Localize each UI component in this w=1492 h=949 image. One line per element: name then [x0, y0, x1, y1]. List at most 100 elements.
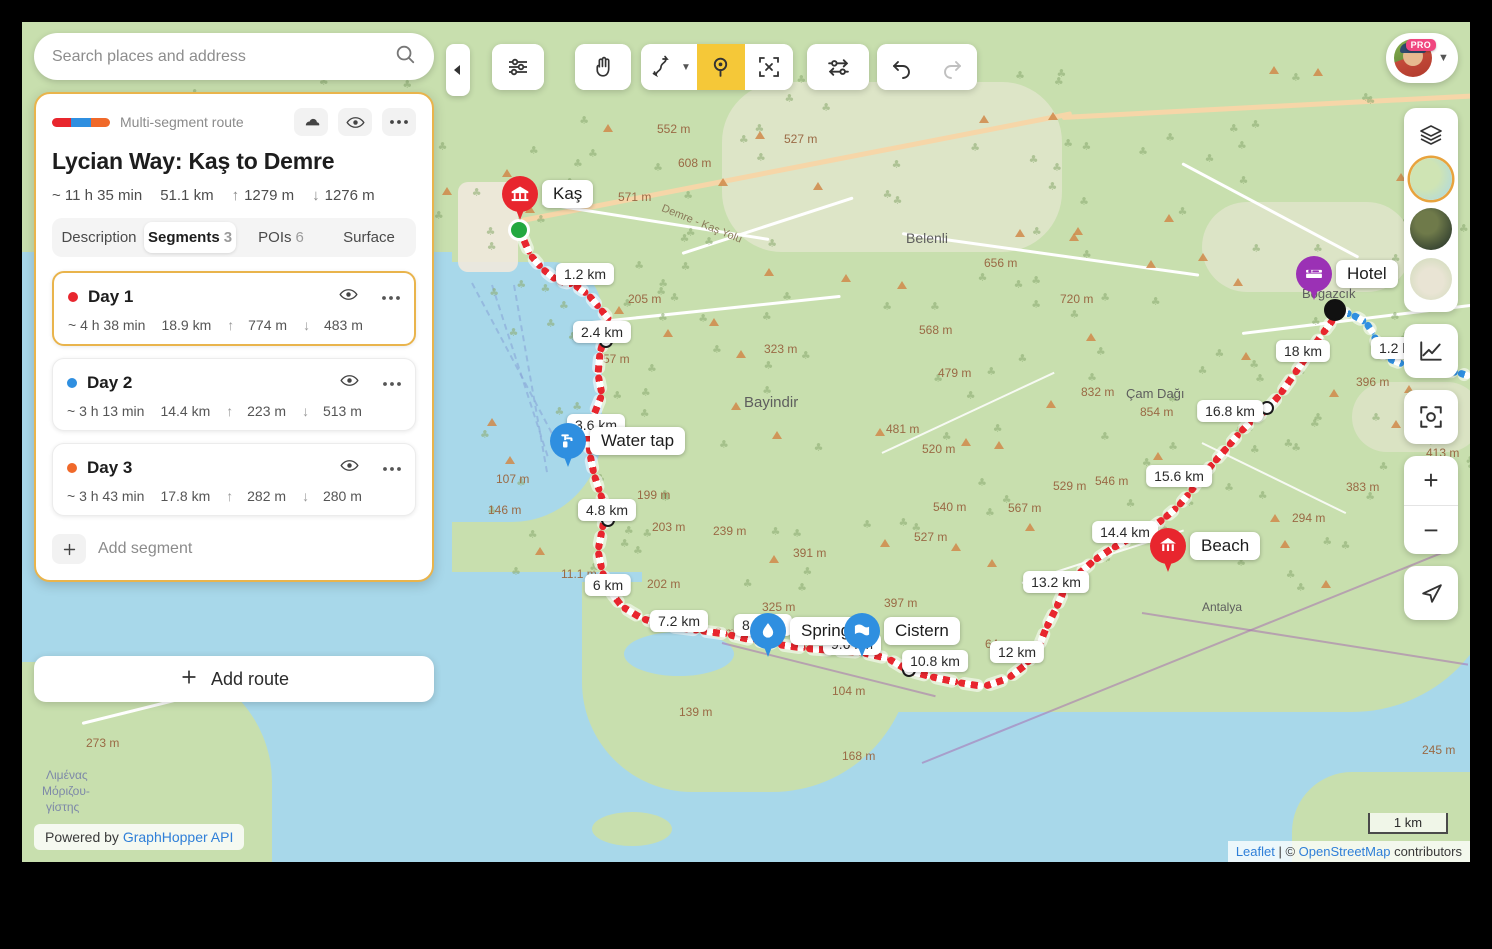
map-style-topo[interactable]: [1410, 258, 1452, 300]
undo-button[interactable]: [877, 44, 927, 90]
settings-toolbar: [492, 44, 544, 90]
beach-icon[interactable]: [1150, 528, 1186, 564]
route-panel-header: Multi-segment route: [52, 108, 416, 136]
locate-button[interactable]: [1404, 566, 1458, 620]
elevation-label: 205 m: [628, 292, 661, 306]
route-subtitle: Multi-segment route: [120, 114, 284, 130]
route-tabs[interactable]: DescriptionSegments3POIs6Surface: [52, 218, 416, 257]
segment-more-options-button[interactable]: [383, 374, 401, 392]
account-menu[interactable]: ▼ PRO: [1386, 33, 1458, 83]
elevation-label: 391 m: [793, 546, 826, 560]
map-style-outdoors[interactable]: [1410, 158, 1452, 200]
elevation-label: 567 m: [1008, 501, 1041, 515]
place-label: Λιμένας: [46, 768, 88, 782]
route-start-node[interactable]: [508, 219, 530, 241]
poi-marker[interactable]: [750, 613, 786, 659]
graphhopper-link[interactable]: GraphHopper API: [123, 829, 234, 845]
water-drop-icon[interactable]: [750, 613, 786, 649]
peak-icon: [663, 329, 673, 337]
peak-icon: [875, 428, 885, 436]
poi-marker[interactable]: [1296, 256, 1332, 302]
pan-tool-button[interactable]: [575, 44, 631, 90]
redo-button[interactable]: [927, 44, 977, 90]
peak-icon: [1270, 514, 1280, 522]
poi-marker[interactable]: [502, 176, 538, 222]
segment-visibility-button[interactable]: [340, 456, 359, 480]
poi-marker[interactable]: [844, 613, 880, 659]
place-label: γίστης: [46, 800, 79, 814]
elevation-label: 568 m: [919, 323, 952, 337]
segment-descent: ↓ 280 m: [302, 488, 362, 504]
museum-icon[interactable]: [502, 176, 538, 212]
tab-segments[interactable]: Segments3: [144, 222, 236, 253]
poi-marker[interactable]: [550, 423, 586, 469]
route-segment-end-node[interactable]: [1324, 299, 1346, 321]
fit-bounds-icon[interactable]: [1404, 398, 1458, 436]
elevation-label: 168 m: [842, 749, 875, 763]
segment-visibility-button[interactable]: [339, 285, 358, 309]
search-bar[interactable]: [34, 33, 434, 80]
water-tap-icon[interactable]: [550, 423, 586, 459]
segment-card[interactable]: Day 3~ 3 h 43 min17.8 km↑ 282 m↓ 280 m: [52, 443, 416, 516]
osm-link[interactable]: OpenStreetMap: [1299, 844, 1391, 859]
tab-description[interactable]: Description: [56, 222, 142, 253]
segment-card[interactable]: Day 1~ 4 h 38 min18.9 km↑ 774 m↓ 483 m: [52, 271, 416, 346]
tab-surface[interactable]: Surface: [326, 222, 412, 253]
segment-color-dot: [67, 463, 77, 473]
elevation-label: 832 m: [1081, 385, 1114, 399]
ascent-arrow-icon: ↑: [232, 187, 240, 204]
search-icon[interactable]: [394, 43, 416, 70]
chevron-down-icon[interactable]: ▼: [681, 62, 691, 73]
page-title: Lycian Way: Kaş to Demre: [52, 148, 416, 175]
zoom-out-button[interactable]: −: [1404, 505, 1458, 554]
poi-label: Beach: [1190, 532, 1260, 560]
route-more-options-button[interactable]: [382, 108, 416, 136]
elevation-profile-button[interactable]: [1404, 324, 1458, 378]
elevation-profile-icon[interactable]: [1404, 332, 1458, 370]
cistern-icon[interactable]: [844, 613, 880, 649]
add-segment-button[interactable]: Add segment: [52, 528, 416, 564]
elevation-label: 104 m: [832, 684, 865, 698]
waypoint-tool-button[interactable]: [697, 44, 745, 90]
zoom-in-button[interactable]: +: [1404, 456, 1458, 505]
distance-marker: 18 km: [1276, 340, 1330, 362]
fit-bounds-button[interactable]: [1404, 390, 1458, 444]
clear-selection-button[interactable]: [745, 44, 793, 90]
layers-control[interactable]: [1404, 108, 1458, 312]
peak-icon: [1015, 229, 1025, 237]
account-chevron-down-icon[interactable]: ▼: [1438, 52, 1449, 64]
tab-pois[interactable]: POIs6: [238, 222, 324, 253]
distance-marker: 10.8 km: [902, 650, 968, 672]
segment-more-options-button[interactable]: [383, 459, 401, 477]
zoom-control[interactable]: + −: [1404, 456, 1458, 554]
hotel-bed-icon[interactable]: [1296, 256, 1332, 292]
segment-ascent: ↑ 774 m: [227, 317, 287, 333]
peak-icon: [1233, 278, 1243, 286]
search-input[interactable]: [52, 48, 394, 66]
poi-marker[interactable]: [1150, 528, 1186, 574]
measure-distance-button[interactable]: [807, 44, 869, 90]
distance-marker: 4.8 km: [578, 499, 636, 521]
add-route-button[interactable]: Add route: [34, 656, 434, 702]
elevation-label: 527 m: [784, 132, 817, 146]
peak-icon: [1048, 112, 1058, 120]
map-settings-button[interactable]: [492, 44, 544, 90]
peak-icon: [813, 182, 823, 190]
peak-icon: [614, 306, 624, 314]
distance-marker: 6 km: [585, 574, 631, 596]
map-style-satellite[interactable]: [1410, 208, 1452, 250]
segment-more-options-button[interactable]: [382, 288, 400, 306]
segment-card[interactable]: Day 2~ 3 h 13 min14.4 km↑ 223 m↓ 513 m: [52, 358, 416, 431]
locate-icon[interactable]: [1404, 574, 1458, 612]
collapse-route-button[interactable]: [294, 108, 328, 136]
collapse-panel-button[interactable]: [446, 44, 470, 96]
layers-icon[interactable]: [1404, 116, 1458, 154]
toggle-route-visibility-button[interactable]: [338, 108, 372, 136]
place-label: Belenli: [906, 230, 948, 246]
elevation-label: 481 m: [886, 422, 919, 436]
segment-visibility-button[interactable]: [340, 371, 359, 395]
leaflet-link[interactable]: Leaflet: [1236, 844, 1275, 859]
descent-value: 1276 m: [325, 187, 375, 204]
route-draw-button[interactable]: [641, 44, 685, 90]
peak-icon: [1086, 333, 1096, 341]
